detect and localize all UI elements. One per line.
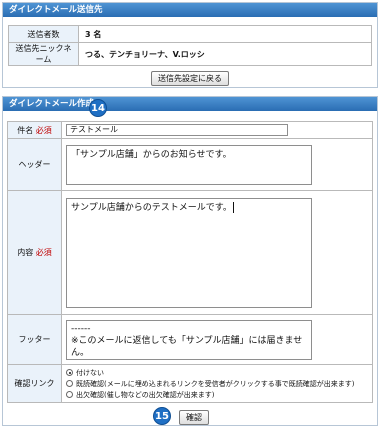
step-badge-14: 14 xyxy=(89,99,107,117)
confirm-link-label: 確認リンク xyxy=(7,364,62,403)
body-textarea[interactable]: サンプル店舗からのテストメールです。 xyxy=(66,197,312,308)
recipient-count-label: 送信者数 xyxy=(8,25,79,43)
body-label: 内容 必須 xyxy=(7,190,62,315)
compose-form: 件名 必須 テストメール ヘッダー 「サンプル店舗」からのお知らせです。 内容 … xyxy=(7,121,373,403)
header-label: ヘッダー xyxy=(7,138,62,191)
footer-label: フッター xyxy=(7,314,62,365)
back-to-recipient-settings-button[interactable]: 送信先設定に戻る xyxy=(151,71,229,86)
header-textarea[interactable]: 「サンプル店舗」からのお知らせです。 xyxy=(66,144,312,185)
recipient-panel: ダイレクトメール送信先 送信者数 3 名 送信先ニックネーム つる、テンチョリー… xyxy=(2,2,378,88)
header-row: ヘッダー 「サンプル店舗」からのお知らせです。 xyxy=(7,138,373,191)
required-mark: 必須 xyxy=(35,248,52,257)
body-text: サンプル店舗からのテストメールです。 xyxy=(71,202,232,213)
confirm-option-none[interactable]: 付けない xyxy=(66,367,368,378)
confirm-option-attendance[interactable]: 出欠確認(催し物などの出欠確認が出来ます) xyxy=(66,389,368,400)
compose-panel-header: ダイレクトメール作成 xyxy=(3,97,377,111)
subject-label: 件名 必須 xyxy=(7,121,62,139)
recipient-nickname-label: 送信先ニックネーム xyxy=(8,42,79,66)
table-row: 送信先ニックネーム つる、テンチョリーナ、V.ロッシ xyxy=(8,42,372,66)
radio-button[interactable] xyxy=(66,380,73,387)
confirm-button[interactable]: 確認 xyxy=(179,410,209,425)
body-row: 内容 必須 サンプル店舗からのテストメールです。 xyxy=(7,190,373,315)
compose-panel-title: ダイレクトメール作成 xyxy=(9,99,95,109)
radio-button[interactable] xyxy=(66,369,73,376)
recipient-nickname-value: つる、テンチョリーナ、V.ロッシ xyxy=(78,42,372,66)
subject-row: 件名 必須 テストメール xyxy=(7,121,373,139)
step-badge-15: 15 xyxy=(153,407,171,425)
footer-textarea[interactable]: ------ ※このメールに返信しても「サンプル店舗」には届きません。 xyxy=(66,319,312,360)
table-row: 送信者数 3 名 xyxy=(8,25,372,43)
recipient-panel-header: ダイレクトメール送信先 xyxy=(3,3,377,17)
recipient-table: 送信者数 3 名 送信先ニックネーム つる、テンチョリーナ、V.ロッシ xyxy=(8,25,372,66)
confirm-link-row: 確認リンク 付けない 既読確認(メールに埋め込まれるリンクを受信者がクリックする… xyxy=(7,364,373,403)
footer-row: フッター ------ ※このメールに返信しても「サンプル店舗」には届きません。 xyxy=(7,314,373,365)
text-cursor xyxy=(232,201,234,213)
confirm-option-read-receipt[interactable]: 既読確認(メールに埋め込まれるリンクを受信者がクリックする事で既読確認が出来ます… xyxy=(66,378,368,389)
required-mark: 必須 xyxy=(35,125,52,135)
subject-input[interactable]: テストメール xyxy=(66,124,288,136)
recipient-count-value: 3 名 xyxy=(78,25,372,43)
radio-button[interactable] xyxy=(66,391,73,398)
compose-panel: ダイレクトメール作成 14 件名 必須 テストメール ヘッダー 「サンプル店舗」… xyxy=(2,96,378,426)
